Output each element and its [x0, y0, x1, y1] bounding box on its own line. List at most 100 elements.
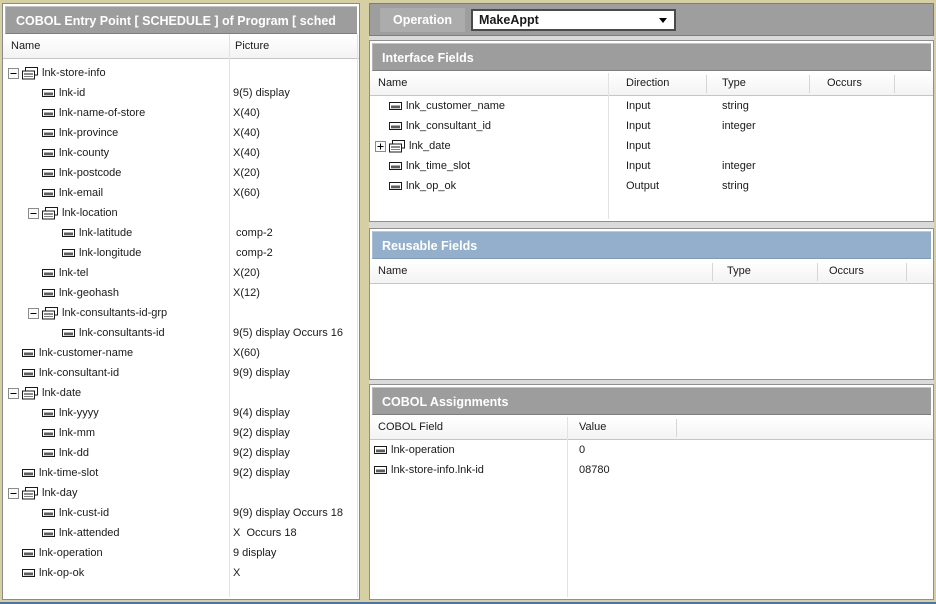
field-name: lnk-dd: [59, 447, 89, 459]
column-header-value[interactable]: Value: [579, 417, 606, 438]
field-icon: [389, 122, 402, 130]
tree-row[interactable]: lnk-date: [3, 383, 359, 403]
field-icon: [42, 189, 55, 197]
column-header-direction[interactable]: Direction: [626, 73, 669, 94]
column-header-type[interactable]: Type: [722, 73, 746, 94]
interface-fields-section: Interface Fields Name Direction Type Occ…: [369, 40, 934, 222]
field-picture: X: [233, 567, 240, 579]
field-name: lnk-yyyy: [59, 407, 99, 419]
interface-field-row[interactable]: lnk_op_okOutputstring: [370, 176, 933, 196]
operation-dropdown[interactable]: MakeAppt: [471, 9, 676, 31]
field-icon: [42, 509, 55, 517]
field-picture: comp-2: [233, 247, 273, 259]
tree-row[interactable]: lnk-cust-id9(9) display Occurs 18: [3, 503, 359, 523]
field-direction: Input: [626, 160, 650, 172]
field-name: lnk_time_slot: [406, 160, 470, 172]
tree-row[interactable]: lnk-operation9 display: [3, 543, 359, 563]
field-type: integer: [722, 120, 756, 132]
field-type: string: [722, 180, 749, 192]
tree-row[interactable]: lnk-email X(60): [3, 183, 359, 203]
cobol-entry-point-panel: COBOL Entry Point [ SCHEDULE ] of Progra…: [2, 3, 360, 600]
field-name: lnk-cust-id: [59, 507, 109, 519]
tree-row[interactable]: lnk-attendedX Occurs 18: [3, 523, 359, 543]
group-record-icon: [42, 207, 58, 220]
tree-row[interactable]: lnk-day: [3, 483, 359, 503]
field-name: lnk-day: [42, 487, 77, 499]
minus-box-icon[interactable]: [28, 308, 39, 319]
field-icon: [22, 469, 35, 477]
field-direction: Output: [626, 180, 659, 192]
tree-row[interactable]: lnk-geohashX(12): [3, 283, 359, 303]
column-divider: [706, 75, 707, 93]
field-icon: [389, 102, 402, 110]
column-header-name[interactable]: Name: [11, 36, 40, 57]
tree-row[interactable]: lnk-telX(20): [3, 263, 359, 283]
column-header-cobol-field[interactable]: COBOL Field: [378, 417, 443, 438]
field-icon: [389, 182, 402, 190]
cobol-assignment-row[interactable]: lnk-operation0: [370, 440, 933, 460]
field-picture: 9(5) display Occurs 16: [233, 327, 343, 339]
field-icon: [22, 369, 35, 377]
field-picture: X(40): [233, 147, 260, 159]
field-direction: Input: [626, 100, 650, 112]
column-header-occurs[interactable]: Occurs: [827, 73, 862, 94]
tree-row[interactable]: lnk-id 9(5) display: [3, 83, 359, 103]
column-divider: [894, 75, 895, 93]
field-name: lnk-id: [59, 87, 85, 99]
operation-detail-area: Operation MakeAppt Interface Fields Name…: [369, 3, 934, 600]
minus-box-icon[interactable]: [8, 68, 19, 79]
tree-row[interactable]: lnk-provinceX(40): [3, 123, 359, 143]
field-direction: Input: [626, 140, 650, 152]
tree-row[interactable]: lnk-yyyy9(4) display: [3, 403, 359, 423]
tree-row[interactable]: lnk-name-of-storeX(40): [3, 103, 359, 123]
tree-row[interactable]: lnk-dd9(2) display: [3, 443, 359, 463]
field-icon: [42, 269, 55, 277]
tree-row[interactable]: lnk-postcodeX(20): [3, 163, 359, 183]
column-divider: [608, 73, 609, 219]
interface-field-row[interactable]: lnk_consultant_idInputinteger: [370, 116, 933, 136]
column-header-name[interactable]: Name: [378, 261, 407, 282]
column-divider: [357, 34, 358, 597]
group-record-icon: [389, 140, 405, 153]
minus-box-icon[interactable]: [8, 388, 19, 399]
interface-field-row[interactable]: lnk_time_slotInputinteger: [370, 156, 933, 176]
cobol-assignments-section: COBOL Assignments COBOL Field Value lnk-…: [369, 384, 934, 600]
tree-row[interactable]: lnk-location: [3, 203, 359, 223]
interface-field-row[interactable]: lnk_dateInput: [370, 136, 933, 156]
field-icon: [42, 449, 55, 457]
tree-row[interactable]: lnk-mm9(2) display: [3, 423, 359, 443]
tree-row[interactable]: lnk-latitude comp-2: [3, 223, 359, 243]
minus-box-icon[interactable]: [8, 488, 19, 499]
tree-row[interactable]: lnk-consultants-id9(5) display Occurs 16: [3, 323, 359, 343]
field-icon: [42, 429, 55, 437]
interface-fields-table: lnk_customer_nameInputstringlnk_consulta…: [370, 96, 933, 196]
field-name: lnk-province: [59, 127, 118, 139]
tree-row[interactable]: lnk-store-info: [3, 63, 359, 83]
field-icon: [374, 446, 387, 454]
tree-row[interactable]: lnk-customer-nameX(60): [3, 343, 359, 363]
group-record-icon: [42, 307, 58, 320]
field-picture: 9(5) display: [233, 87, 290, 99]
field-picture: X(60): [233, 187, 260, 199]
column-header-type[interactable]: Type: [727, 261, 751, 282]
tree-row[interactable]: lnk-consultants-id-grp: [3, 303, 359, 323]
field-icon: [42, 529, 55, 537]
tree-row[interactable]: lnk-consultant-id9(9) display: [3, 363, 359, 383]
column-header-occurs[interactable]: Occurs: [829, 261, 864, 282]
tree-row[interactable]: lnk-time-slot9(2) display: [3, 463, 359, 483]
field-name: lnk-email: [59, 187, 103, 199]
minus-box-icon[interactable]: [28, 208, 39, 219]
assignment-value: 0: [579, 444, 585, 456]
column-header-name[interactable]: Name: [378, 73, 407, 94]
tree-row[interactable]: lnk-longitude comp-2: [3, 243, 359, 263]
tree-row[interactable]: lnk-op-okX: [3, 563, 359, 583]
tree-row[interactable]: lnk-countyX(40): [3, 143, 359, 163]
field-icon: [389, 162, 402, 170]
cobol-assignment-row[interactable]: lnk-store-info.lnk-id08780: [370, 460, 933, 480]
interface-field-row[interactable]: lnk_customer_nameInputstring: [370, 96, 933, 116]
field-name: lnk-latitude: [79, 227, 132, 239]
field-icon: [42, 409, 55, 417]
plus-box-icon[interactable]: [375, 141, 386, 152]
column-header-picture[interactable]: Picture: [235, 36, 269, 57]
field-direction: Input: [626, 120, 650, 132]
